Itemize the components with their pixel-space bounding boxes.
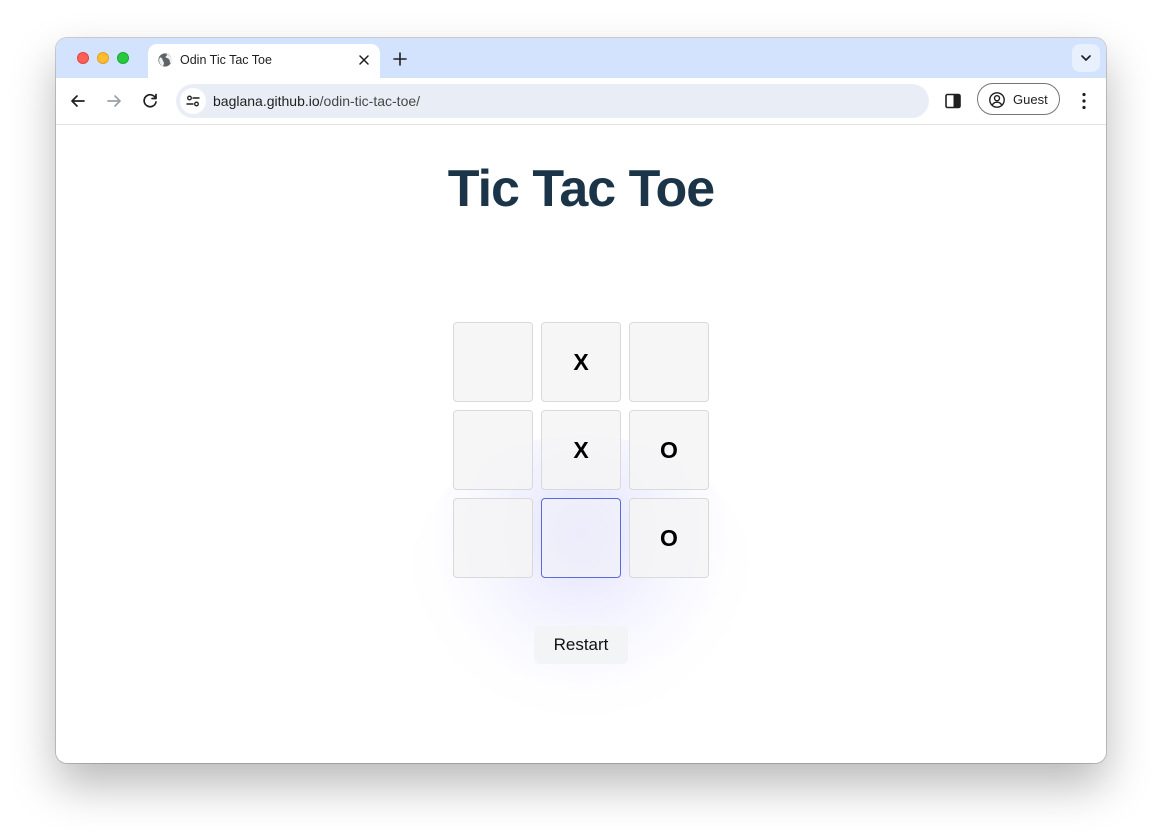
chevron-down-icon xyxy=(1081,55,1091,61)
profile-label: Guest xyxy=(1013,92,1048,107)
tab-title: Odin Tic Tac Toe xyxy=(180,53,272,67)
board-cell-5[interactable]: X xyxy=(541,410,621,490)
board-cell-9[interactable]: O xyxy=(629,498,709,578)
active-tab[interactable]: Odin Tic Tac Toe xyxy=(148,44,380,78)
tab-strip: Odin Tic Tac Toe xyxy=(56,38,1106,78)
board-cell-4[interactable] xyxy=(453,410,533,490)
plus-icon[interactable] xyxy=(390,49,410,69)
site-info-button[interactable] xyxy=(180,88,206,114)
board-cell-1[interactable] xyxy=(453,322,533,402)
profile-button[interactable]: Guest xyxy=(977,83,1060,115)
zoom-window-button[interactable] xyxy=(117,52,129,64)
page-title: Tic Tac Toe xyxy=(447,160,715,218)
board-cell-2[interactable]: X xyxy=(541,322,621,402)
back-arrow-icon[interactable] xyxy=(66,89,90,113)
globe-icon xyxy=(158,53,172,67)
forward-arrow-icon[interactable] xyxy=(102,89,126,113)
board-cell-8[interactable] xyxy=(541,498,621,578)
profile-icon xyxy=(989,92,1005,108)
close-window-button[interactable] xyxy=(77,52,89,64)
more-vert-icon[interactable] xyxy=(1074,90,1094,112)
reload-icon[interactable] xyxy=(138,89,162,113)
restart-button[interactable]: Restart xyxy=(534,626,628,664)
browser-toolbar: baglana.github.io/odin-tic-tac-toe/ Gues… xyxy=(56,78,1106,125)
tab-search-button[interactable] xyxy=(1072,44,1100,72)
board-cell-7[interactable] xyxy=(453,498,533,578)
board-cell-6[interactable]: O xyxy=(629,410,709,490)
game-board: X X O O xyxy=(453,322,709,578)
board-cell-3[interactable] xyxy=(629,322,709,402)
url-host: baglana.github.io xyxy=(213,93,320,109)
browser-window: Odin Tic Tac Toe baglana.github.io/odin-… xyxy=(56,38,1106,763)
address-bar[interactable]: baglana.github.io/odin-tic-tac-toe/ xyxy=(176,84,929,118)
url-text: baglana.github.io/odin-tic-tac-toe/ xyxy=(213,93,420,109)
minimize-window-button[interactable] xyxy=(97,52,109,64)
page-content: Tic Tac Toe X X O O Restart xyxy=(56,125,1106,763)
side-panel-icon[interactable] xyxy=(943,91,963,111)
url-path: /odin-tic-tac-toe/ xyxy=(319,93,421,109)
close-icon[interactable] xyxy=(356,52,372,68)
tune-icon xyxy=(186,95,200,107)
